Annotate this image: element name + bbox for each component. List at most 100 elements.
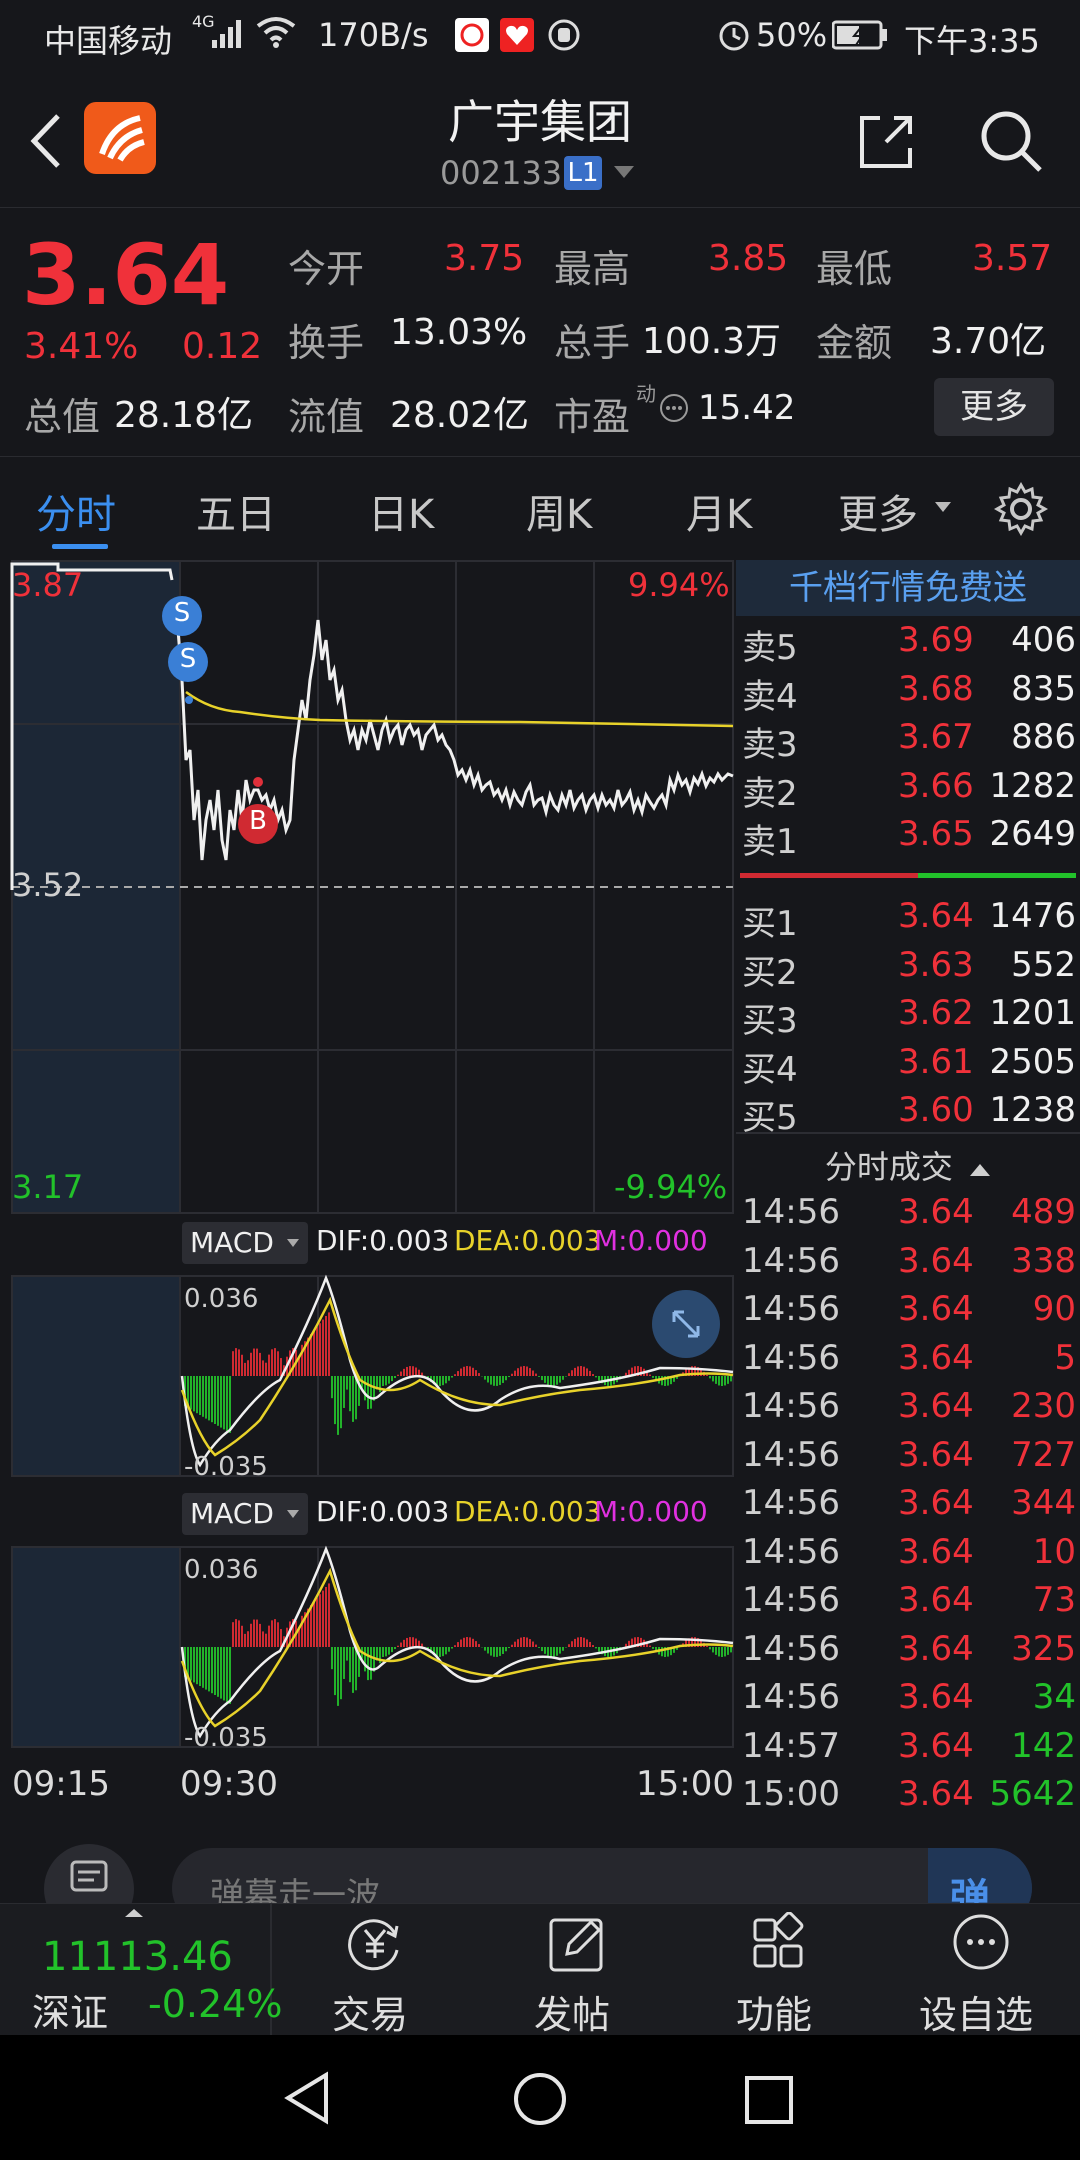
danmu-bar: 弹幕走一波 弹 <box>0 1818 1080 1934</box>
macd-axis-top: 0.036 <box>184 1284 259 1314</box>
macd-bar <box>190 1647 192 1681</box>
macd-bar <box>559 1376 561 1383</box>
macd-bar <box>244 1362 246 1376</box>
macd-bar <box>460 1368 462 1376</box>
macd-bar <box>193 1376 195 1412</box>
nav-trade[interactable]: 交易 <box>270 1904 470 2037</box>
macd-bar <box>715 1376 717 1384</box>
ask-row[interactable]: 卖5 3.69 406 <box>736 620 1080 668</box>
macd-bar <box>214 1376 216 1424</box>
order-book-panel: 千档行情免费送 卖5 3.69 406 卖4 3.68 835 卖3 3.67 886 卖2 3.6… <box>736 560 1080 1814</box>
macd-bar <box>352 1376 354 1422</box>
tab-weekly-k[interactable]: 周K <box>526 482 592 540</box>
nav-post[interactable]: 发帖 <box>472 1904 672 2037</box>
nav-add-watchlist[interactable]: 设自选 <box>876 1904 1076 2037</box>
open-price: 3.75 <box>444 238 525 279</box>
macd-bar <box>484 1376 486 1380</box>
search-icon[interactable] <box>978 108 1044 174</box>
ask-row[interactable]: 卖2 3.66 1282 <box>736 766 1080 814</box>
macd-bar <box>232 1351 234 1376</box>
more-button[interactable]: 更多 <box>934 378 1054 436</box>
intraday-chart[interactable]: S S B 3.87 9.94% 3.52 3.17 -9.94% MACD D… <box>0 560 735 1810</box>
sell-marker-2[interactable]: S <box>176 644 200 674</box>
bid-price: 3.62 <box>898 993 974 1033</box>
nav-add-watchlist-label: 设自选 <box>918 1993 1033 2037</box>
tick-row: 14:56 3.64 73 <box>736 1580 1080 1628</box>
tick-price: 3.64 <box>898 1677 974 1717</box>
gear-icon[interactable] <box>994 482 1048 536</box>
tab-more[interactable]: 更多 <box>838 482 918 540</box>
macd-bar <box>268 1354 270 1376</box>
macd-bar <box>499 1376 501 1385</box>
expand-button[interactable] <box>652 1290 720 1358</box>
bid-level-label: 买2 <box>742 952 798 993</box>
index-ticker[interactable]: 11113.46 深证 -0.24% <box>0 1904 282 2036</box>
bid-volume: 552 <box>1011 944 1076 985</box>
macd-bar <box>391 1376 393 1382</box>
macd-bar <box>229 1376 231 1433</box>
back-triangle-icon[interactable] <box>282 2071 332 2125</box>
tab-daily-k[interactable]: 日K <box>368 482 434 540</box>
buy-marker[interactable]: B <box>246 806 270 836</box>
macd-bar <box>370 1376 372 1409</box>
tick-price: 3.64 <box>898 1531 974 1572</box>
home-circle-icon[interactable] <box>512 2071 568 2127</box>
macd-bar <box>205 1647 207 1690</box>
total-volume: 100.3万 <box>642 321 782 362</box>
macd-bar <box>412 1637 414 1647</box>
macd-bar <box>724 1376 726 1386</box>
ask-row[interactable]: 卖1 3.65 2649 <box>736 814 1080 862</box>
macd-bar <box>271 1349 273 1376</box>
trade-amount: 3.70亿 <box>930 321 1047 362</box>
macd-bar <box>364 1376 366 1401</box>
tick-row: 14:56 3.64 325 <box>736 1629 1080 1677</box>
battery-icon <box>832 20 887 50</box>
ask-level-label: 卖5 <box>742 628 798 668</box>
tick-volume: 344 <box>1011 1483 1076 1523</box>
tick-price: 3.64 <box>898 1434 974 1475</box>
bid-row[interactable]: 买5 3.60 1238 <box>736 1090 1080 1138</box>
ticks-title[interactable]: 分时成交 <box>736 1142 1080 1192</box>
macd-bar <box>493 1647 495 1657</box>
tick-price: 3.64 <box>898 1580 974 1620</box>
macd-bar <box>457 1371 459 1376</box>
bid-row[interactable]: 买1 3.64 1476 <box>736 896 1080 944</box>
macd-bar <box>715 1647 717 1655</box>
tick-time: 14:56 <box>742 1434 840 1475</box>
back-arrow-icon[interactable] <box>28 112 64 170</box>
tick-volume: 34 <box>1032 1677 1076 1717</box>
macd-bar <box>367 1376 369 1410</box>
bid-row[interactable]: 买2 3.63 552 <box>736 945 1080 993</box>
ask-row[interactable]: 卖3 3.67 886 <box>736 717 1080 765</box>
nav-functions[interactable]: 功能 <box>674 1904 874 2037</box>
more-dots-icon[interactable] <box>658 392 690 424</box>
macd-bar <box>208 1647 210 1692</box>
ask-row[interactable]: 卖4 3.68 835 <box>736 669 1080 717</box>
tab-monthly-k[interactable]: 月K <box>686 482 752 540</box>
sell-marker[interactable]: S <box>170 598 194 628</box>
stock-name: 广宇集团 <box>448 95 632 149</box>
bid-row[interactable]: 买4 3.61 2505 <box>736 1042 1080 1090</box>
macd-bar <box>478 1644 480 1647</box>
tab-intraday[interactable]: 分时 <box>36 482 116 540</box>
macd-bar <box>583 1637 585 1647</box>
macd-bar <box>445 1647 447 1655</box>
macd-bar <box>388 1647 390 1655</box>
tab-five-day[interactable]: 五日 <box>196 482 276 540</box>
macd-selector-2[interactable]: MACD <box>182 1493 308 1535</box>
macd-bar <box>556 1376 558 1385</box>
bid-row[interactable]: 买3 3.62 1201 <box>736 993 1080 1041</box>
macd-selector[interactable]: MACD <box>182 1222 308 1264</box>
macd-bar <box>397 1374 399 1376</box>
bid-volume: 1476 <box>989 896 1076 936</box>
price-axis-mid: 3.52 <box>12 866 84 904</box>
macd-bar <box>256 1348 258 1376</box>
recents-square-icon[interactable] <box>744 2075 794 2125</box>
macd-bar <box>355 1647 357 1691</box>
level2-promo-banner[interactable]: 千档行情免费送 <box>736 560 1080 616</box>
macd-bar <box>505 1647 507 1652</box>
share-icon[interactable] <box>856 112 916 172</box>
ask-price: 3.67 <box>898 717 974 757</box>
macd-bar <box>226 1647 228 1703</box>
caret-down-icon[interactable] <box>612 164 636 180</box>
